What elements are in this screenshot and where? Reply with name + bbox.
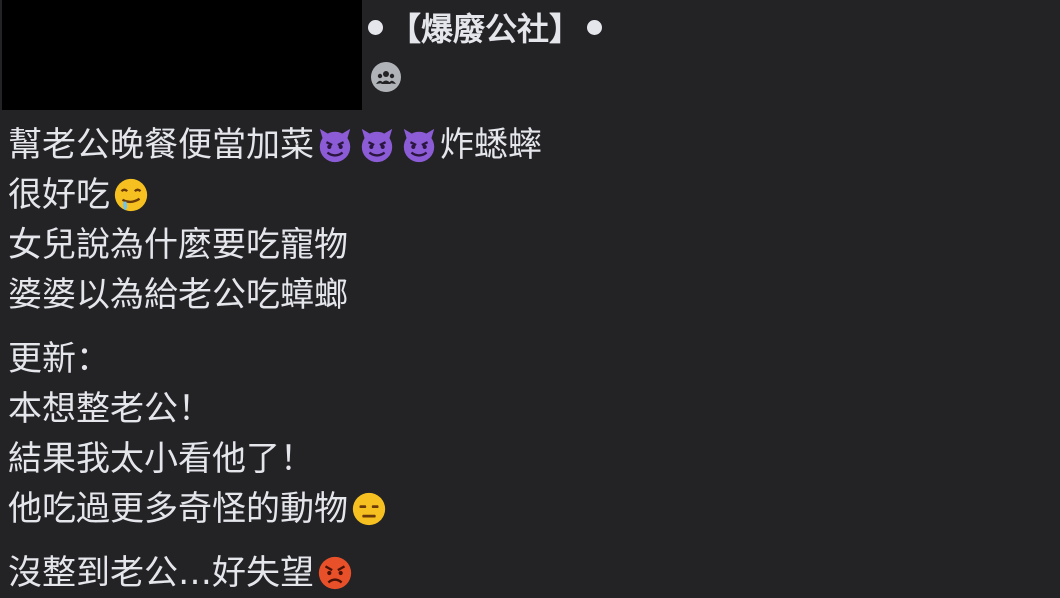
post-line: 女兒說為什麼要吃寵物 [8,220,1048,270]
post-text: 更新： [8,339,110,379]
bullet-dot-right [587,19,603,35]
post-text: 炸蟋蟀 [440,125,542,165]
post-line: 很好吃 [8,170,1048,220]
smiling-devil-icon [403,128,435,163]
post-line: 更新： [8,334,1048,384]
smiling-devil-icon [361,128,393,163]
post-text: 很好吃 [8,175,110,215]
post-line: 幫老公晚餐便當加菜 炸蟋蟀 [8,120,1048,170]
expressionless-face-icon [352,492,386,526]
bullet-dot-left [368,19,383,35]
post-text: 幫老公晚餐便當加菜 [8,125,314,165]
group-icon[interactable] [371,62,401,92]
redacted-profile-block [2,0,362,110]
post-text: 結果我太小看他了！ [8,439,314,479]
drooling-face-icon [114,178,148,212]
post-text: 婆婆以為給老公吃蟑螂 [8,275,348,315]
smiling-devil-icon [319,128,351,163]
post-text: 他吃過更多奇怪的動物 [8,489,348,529]
post-line: 沒整到老公…好失望 [8,548,1048,598]
angry-face-icon [318,556,352,590]
post-line: 本想整老公！ [8,384,1048,434]
post-line: 婆婆以為給老公吃蟑螂 [8,270,1048,320]
post-line: 結果我太小看他了！ [8,434,1048,484]
post-line: 他吃過更多奇怪的動物 [8,484,1048,534]
post-text: 女兒說為什麼要吃寵物 [8,225,348,265]
post-text: 本想整老公！ [8,389,212,429]
post-text: 沒整到老公…好失望 [8,553,314,593]
group-header[interactable]: 【爆廢公社】 [368,4,603,50]
post-body: 幫老公晚餐便當加菜 炸蟋蟀 很好吃 女兒說為什麼要吃寵物 婆婆以為給老公吃蟑螂 … [8,120,1048,598]
group-name[interactable]: 【爆廢公社】 [389,4,581,50]
